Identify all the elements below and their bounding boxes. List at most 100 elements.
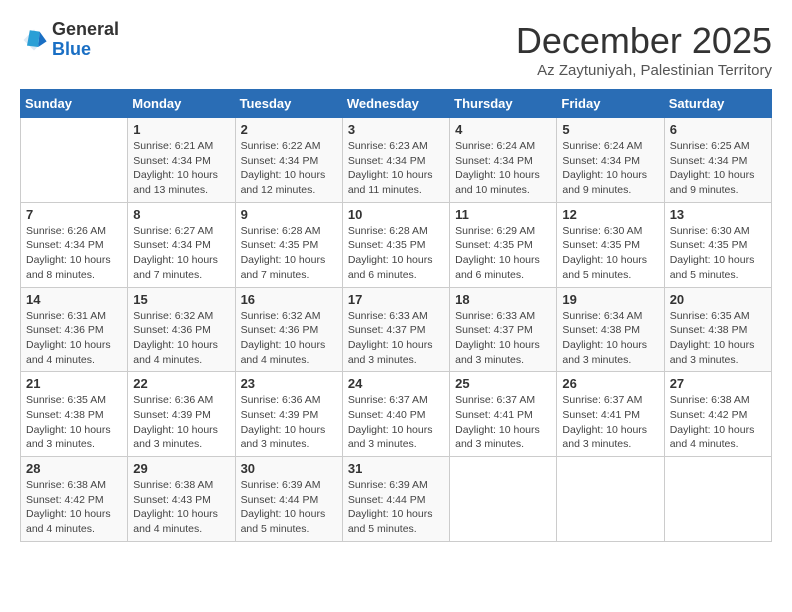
- calendar-cell: 7 Sunrise: 6:26 AM Sunset: 4:34 PM Daylig…: [21, 202, 128, 287]
- calendar-header-tuesday: Tuesday: [235, 90, 342, 118]
- calendar-header-thursday: Thursday: [450, 90, 557, 118]
- calendar-cell: 26Sunrise: 6:37 AM Sunset: 4:41 PM Dayli…: [557, 372, 664, 457]
- calendar-week-1: 1Sunrise: 6:21 AM Sunset: 4:34 PM Daylig…: [21, 118, 772, 203]
- logo-blue: Blue: [52, 39, 91, 59]
- calendar-week-3: 14Sunrise: 6:31 AM Sunset: 4:36 PM Dayli…: [21, 287, 772, 372]
- calendar-cell: 15 Sunrise: 6:32 AM Sunset: 4:36 PM Dayli…: [128, 287, 235, 372]
- calendar-cell: 9 Sunrise: 6:28 AM Sunset: 4:35 PM Daylig…: [235, 202, 342, 287]
- day-number: 23: [241, 376, 337, 391]
- calendar-cell: [664, 457, 771, 542]
- day-number: 3: [348, 122, 444, 137]
- day-info: Sunrise: 6:31 AM Sunset: 4:36 PM Dayligh…: [26, 309, 122, 368]
- calendar-cell: 6 Sunrise: 6:25 AM Sunset: 4:34 PM Daylig…: [664, 118, 771, 203]
- day-number: 7: [26, 207, 122, 222]
- calendar-cell: 3 Sunrise: 6:23 AM Sunset: 4:34 PM Daylig…: [342, 118, 449, 203]
- calendar-cell: 10 Sunrise: 6:28 AM Sunset: 4:35 PM Dayli…: [342, 202, 449, 287]
- calendar-cell: [21, 118, 128, 203]
- day-info: Sunrise: 6:34 AM Sunset: 4:38 PM Dayligh…: [562, 309, 658, 368]
- logo-general: General: [52, 19, 119, 39]
- title-block: December 2025 Az Zaytuniyah, Palestinian…: [516, 20, 772, 79]
- calendar-cell: 12 Sunrise: 6:30 AM Sunset: 4:35 PM Dayli…: [557, 202, 664, 287]
- day-info: Sunrise: 6:33 AM Sunset: 4:37 PM Dayligh…: [348, 309, 444, 368]
- day-number: 16: [241, 292, 337, 307]
- day-number: 30: [241, 461, 337, 476]
- day-info: Sunrise: 6:28 AM Sunset: 4:35 PM Dayligh…: [348, 224, 444, 283]
- day-number: 1: [133, 122, 229, 137]
- calendar-cell: 11Sunrise: 6:29 AM Sunset: 4:35 PM Dayli…: [450, 202, 557, 287]
- location-subtitle: Az Zaytuniyah, Palestinian Territory: [516, 62, 772, 79]
- calendar-header-friday: Friday: [557, 90, 664, 118]
- page-header: General Blue December 2025 Az Zaytuniyah…: [20, 20, 772, 79]
- day-info: Sunrise: 6:24 AM Sunset: 4:34 PM Dayligh…: [455, 139, 551, 198]
- calendar-header-sunday: Sunday: [21, 90, 128, 118]
- day-number: 12: [562, 207, 658, 222]
- day-number: 17: [348, 292, 444, 307]
- day-info: Sunrise: 6:23 AM Sunset: 4:34 PM Dayligh…: [348, 139, 444, 198]
- logo-icon: [20, 26, 48, 54]
- day-number: 29: [133, 461, 229, 476]
- day-number: 15: [133, 292, 229, 307]
- calendar-cell: 31 Sunrise: 6:39 AM Sunset: 4:44 PM Dayli…: [342, 457, 449, 542]
- day-info: Sunrise: 6:38 AM Sunset: 4:43 PM Dayligh…: [133, 478, 229, 537]
- day-number: 28: [26, 461, 122, 476]
- day-info: Sunrise: 6:26 AM Sunset: 4:34 PM Dayligh…: [26, 224, 122, 283]
- day-info: Sunrise: 6:22 AM Sunset: 4:34 PM Dayligh…: [241, 139, 337, 198]
- calendar-cell: 21Sunrise: 6:35 AM Sunset: 4:38 PM Dayli…: [21, 372, 128, 457]
- day-number: 10: [348, 207, 444, 222]
- day-info: Sunrise: 6:36 AM Sunset: 4:39 PM Dayligh…: [241, 393, 337, 452]
- day-number: 4: [455, 122, 551, 137]
- calendar-cell: 18 Sunrise: 6:33 AM Sunset: 4:37 PM Dayli…: [450, 287, 557, 372]
- day-info: Sunrise: 6:37 AM Sunset: 4:41 PM Dayligh…: [455, 393, 551, 452]
- day-number: 2: [241, 122, 337, 137]
- month-title: December 2025: [516, 20, 772, 62]
- day-info: Sunrise: 6:39 AM Sunset: 4:44 PM Dayligh…: [348, 478, 444, 537]
- calendar-table: SundayMondayTuesdayWednesdayThursdayFrid…: [20, 89, 772, 542]
- day-info: Sunrise: 6:35 AM Sunset: 4:38 PM Dayligh…: [670, 309, 766, 368]
- day-number: 18: [455, 292, 551, 307]
- day-number: 9: [241, 207, 337, 222]
- calendar-cell: [557, 457, 664, 542]
- calendar-cell: 28Sunrise: 6:38 AM Sunset: 4:42 PM Dayli…: [21, 457, 128, 542]
- day-info: Sunrise: 6:30 AM Sunset: 4:35 PM Dayligh…: [670, 224, 766, 283]
- day-info: Sunrise: 6:27 AM Sunset: 4:34 PM Dayligh…: [133, 224, 229, 283]
- day-info: Sunrise: 6:25 AM Sunset: 4:34 PM Dayligh…: [670, 139, 766, 198]
- day-info: Sunrise: 6:30 AM Sunset: 4:35 PM Dayligh…: [562, 224, 658, 283]
- day-number: 21: [26, 376, 122, 391]
- day-info: Sunrise: 6:33 AM Sunset: 4:37 PM Dayligh…: [455, 309, 551, 368]
- calendar-cell: 5 Sunrise: 6:24 AM Sunset: 4:34 PM Daylig…: [557, 118, 664, 203]
- calendar-cell: 19Sunrise: 6:34 AM Sunset: 4:38 PM Dayli…: [557, 287, 664, 372]
- calendar-week-5: 28Sunrise: 6:38 AM Sunset: 4:42 PM Dayli…: [21, 457, 772, 542]
- day-number: 25: [455, 376, 551, 391]
- day-info: Sunrise: 6:38 AM Sunset: 4:42 PM Dayligh…: [670, 393, 766, 452]
- calendar-cell: 27Sunrise: 6:38 AM Sunset: 4:42 PM Dayli…: [664, 372, 771, 457]
- calendar-cell: 4 Sunrise: 6:24 AM Sunset: 4:34 PM Daylig…: [450, 118, 557, 203]
- day-number: 5: [562, 122, 658, 137]
- day-number: 31: [348, 461, 444, 476]
- calendar-header-saturday: Saturday: [664, 90, 771, 118]
- day-number: 6: [670, 122, 766, 137]
- day-info: Sunrise: 6:32 AM Sunset: 4:36 PM Dayligh…: [133, 309, 229, 368]
- day-number: 26: [562, 376, 658, 391]
- day-info: Sunrise: 6:36 AM Sunset: 4:39 PM Dayligh…: [133, 393, 229, 452]
- calendar-cell: 14Sunrise: 6:31 AM Sunset: 4:36 PM Dayli…: [21, 287, 128, 372]
- calendar-cell: [450, 457, 557, 542]
- calendar-cell: 29 Sunrise: 6:38 AM Sunset: 4:43 PM Dayli…: [128, 457, 235, 542]
- day-info: Sunrise: 6:39 AM Sunset: 4:44 PM Dayligh…: [241, 478, 337, 537]
- day-number: 20: [670, 292, 766, 307]
- calendar-cell: 24 Sunrise: 6:37 AM Sunset: 4:40 PM Dayli…: [342, 372, 449, 457]
- day-number: 8: [133, 207, 229, 222]
- day-info: Sunrise: 6:37 AM Sunset: 4:40 PM Dayligh…: [348, 393, 444, 452]
- day-info: Sunrise: 6:32 AM Sunset: 4:36 PM Dayligh…: [241, 309, 337, 368]
- calendar-cell: 8 Sunrise: 6:27 AM Sunset: 4:34 PM Daylig…: [128, 202, 235, 287]
- day-info: Sunrise: 6:28 AM Sunset: 4:35 PM Dayligh…: [241, 224, 337, 283]
- day-number: 24: [348, 376, 444, 391]
- calendar-cell: 17 Sunrise: 6:33 AM Sunset: 4:37 PM Dayli…: [342, 287, 449, 372]
- calendar-cell: 16 Sunrise: 6:32 AM Sunset: 4:36 PM Dayli…: [235, 287, 342, 372]
- calendar-cell: 1Sunrise: 6:21 AM Sunset: 4:34 PM Daylig…: [128, 118, 235, 203]
- calendar-cell: 30 Sunrise: 6:39 AM Sunset: 4:44 PM Dayli…: [235, 457, 342, 542]
- calendar-cell: 22 Sunrise: 6:36 AM Sunset: 4:39 PM Dayli…: [128, 372, 235, 457]
- calendar-week-4: 21Sunrise: 6:35 AM Sunset: 4:38 PM Dayli…: [21, 372, 772, 457]
- day-info: Sunrise: 6:24 AM Sunset: 4:34 PM Dayligh…: [562, 139, 658, 198]
- calendar-cell: 23 Sunrise: 6:36 AM Sunset: 4:39 PM Dayli…: [235, 372, 342, 457]
- day-number: 22: [133, 376, 229, 391]
